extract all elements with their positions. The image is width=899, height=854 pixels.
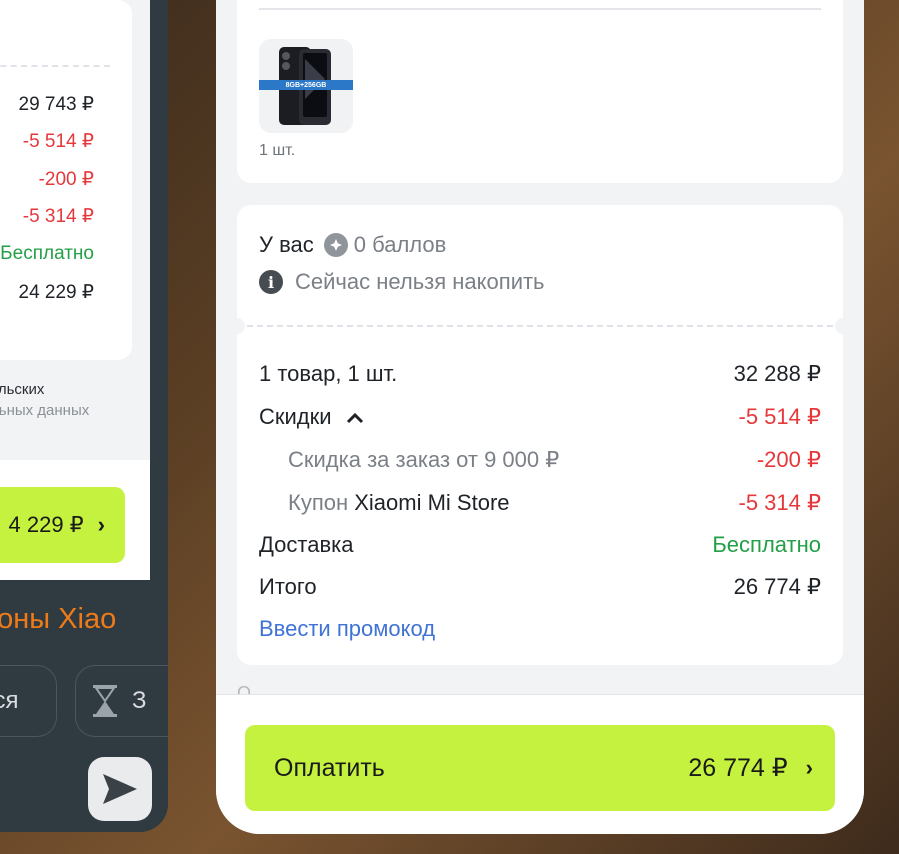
summary-coupon-row: Купон Xiaomi Mi Store -5 314 ₽ bbox=[288, 488, 821, 518]
bg-product-title: тфоны Xiao bbox=[0, 603, 117, 635]
background-app-card[interactable]: 29 743 ₽ -5 514 ₽ -200 ₽ -5 314 ₽ Беспла… bbox=[0, 0, 168, 832]
bg-chip-label: ься bbox=[0, 687, 19, 714]
points-value: 0 баллов bbox=[353, 232, 447, 257]
chevron-right-icon: › bbox=[97, 512, 105, 537]
points-coin-icon bbox=[323, 233, 348, 257]
points-prefix: У вас bbox=[259, 232, 314, 257]
points-info-text: Сейчас нельзя накопить bbox=[295, 269, 545, 294]
bg-coupon-value: -5 314 ₽ bbox=[22, 206, 94, 227]
hourglass-icon bbox=[92, 684, 118, 718]
total-label: Итого bbox=[259, 574, 317, 599]
divider bbox=[259, 8, 821, 10]
send-icon bbox=[101, 772, 139, 806]
summary-total-row: Итого 26 774 ₽ bbox=[259, 572, 821, 602]
summary-order-discount-row: Скидка за заказ от 9 000 ₽ -200 ₽ bbox=[288, 445, 821, 475]
bg-note-line2: льных данных bbox=[0, 402, 90, 419]
checkout-sheet: 8GB+256GB 1 шт. У вас 0 баллов i Сейчас … bbox=[216, 0, 864, 834]
background-divider bbox=[0, 65, 110, 67]
bg-order-discount-value: -200 ₽ bbox=[38, 169, 94, 190]
order-discount-label: Скидка за заказ от 9 000 ₽ bbox=[288, 447, 560, 472]
send-button[interactable] bbox=[88, 757, 152, 821]
bg-pay-button[interactable]: 4 229 ₽ › bbox=[0, 487, 125, 563]
bg-chip2-label: З bbox=[132, 687, 147, 714]
bg-chip-wait[interactable]: З bbox=[75, 665, 168, 737]
bg-discount-value: -5 514 ₽ bbox=[22, 131, 94, 152]
bg-total-value: 24 229 ₽ bbox=[18, 282, 94, 303]
order-discount-value: -200 ₽ bbox=[756, 447, 821, 472]
items-value: 32 288 ₽ bbox=[733, 361, 821, 386]
discounts-toggle[interactable]: Скидки bbox=[259, 404, 364, 430]
bg-note-line1: ельских bbox=[0, 381, 45, 398]
card-notch-left bbox=[229, 318, 245, 334]
bg-pay-amount: 4 229 ₽ bbox=[8, 512, 84, 537]
total-value: 26 774 ₽ bbox=[733, 574, 821, 599]
summary-items-row: 1 товар, 1 шт. 32 288 ₽ bbox=[259, 359, 821, 389]
pay-button[interactable]: Оплатить 26 774 ₽ › bbox=[245, 725, 835, 811]
bg-chip-action[interactable]: ься bbox=[0, 665, 57, 737]
order-items-card: 8GB+256GB 1 шт. bbox=[237, 0, 843, 183]
delivery-value: Бесплатно bbox=[712, 532, 821, 557]
points-balance: У вас 0 баллов bbox=[259, 232, 446, 258]
card-notch-right bbox=[835, 318, 851, 334]
promo-code-link[interactable]: Ввести промокод bbox=[259, 616, 435, 642]
product-thumbnail[interactable]: 8GB+256GB bbox=[259, 39, 353, 133]
coupon-prefix: Купон bbox=[288, 490, 349, 515]
dashed-divider bbox=[237, 325, 843, 327]
order-summary-card: У вас 0 баллов i Сейчас нельзя накопить … bbox=[229, 205, 851, 665]
pay-button-label: Оплатить bbox=[274, 753, 385, 782]
items-label: 1 товар, 1 шт. bbox=[259, 361, 398, 386]
chevron-up-icon bbox=[346, 404, 364, 430]
bg-delivery-value: Бесплатно bbox=[0, 243, 94, 264]
points-info[interactable]: i Сейчас нельзя накопить bbox=[259, 269, 545, 295]
item-quantity: 1 шт. bbox=[259, 142, 296, 159]
delivery-label: Доставка bbox=[259, 532, 354, 557]
coupon-name: Xiaomi Mi Store bbox=[354, 490, 510, 515]
coupon-value: -5 314 ₽ bbox=[738, 490, 822, 515]
pay-button-amount: 26 774 ₽ bbox=[688, 754, 788, 782]
summary-discounts-row[interactable]: Скидки -5 514 ₽ bbox=[259, 402, 821, 432]
background-order-panel: 29 743 ₽ -5 514 ₽ -200 ₽ -5 314 ₽ Беспла… bbox=[0, 0, 150, 580]
discounts-label: Скидки bbox=[259, 404, 332, 429]
chevron-right-icon: › bbox=[805, 755, 813, 780]
discounts-value: -5 514 ₽ bbox=[738, 404, 822, 429]
summary-delivery-row: Доставка Бесплатно bbox=[259, 530, 821, 560]
info-icon: i bbox=[259, 270, 283, 294]
product-spec-badge: 8GB+256GB bbox=[285, 81, 327, 89]
bg-items-value: 29 743 ₽ bbox=[18, 94, 94, 115]
